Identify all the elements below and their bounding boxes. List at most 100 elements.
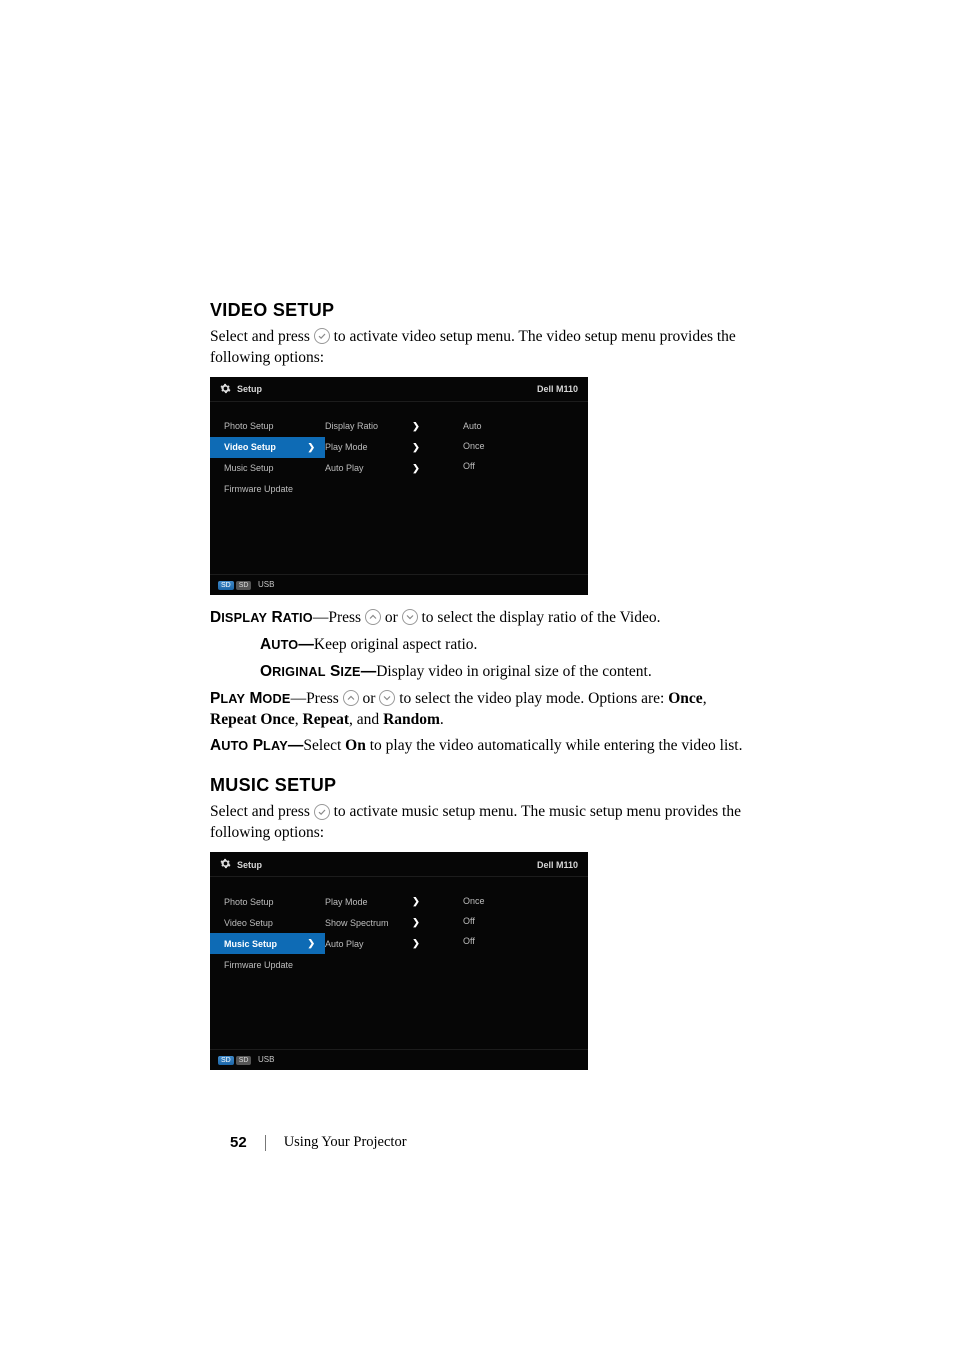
- osd-option-auto-play[interactable]: Auto Play❯: [325, 933, 455, 954]
- text: A: [260, 636, 271, 653]
- osd-sidebar: Photo Setup❯ Video Setup❯ Music Setup ❯ F…: [210, 877, 325, 1049]
- text: O: [260, 663, 272, 680]
- text: ATIO: [283, 610, 313, 625]
- gear-icon: [220, 383, 231, 396]
- label: Video Setup: [224, 918, 273, 928]
- text: Repeat: [303, 711, 350, 728]
- sd-badge-dim: SD: [236, 581, 252, 590]
- chevron-right-icon: ❯: [407, 896, 425, 907]
- text: RIGINAL: [272, 664, 326, 679]
- label: Display Ratio: [325, 421, 407, 431]
- osd-sidebar-item-firmware-update[interactable]: Firmware Update❯: [210, 954, 325, 975]
- text: to select the video play mode. Options a…: [399, 690, 668, 707]
- auto-play-text: AUTO PLAY—Select On to play the video au…: [210, 736, 744, 757]
- text: to select the display ratio of the Video…: [422, 609, 661, 626]
- gear-icon: [220, 858, 231, 871]
- text: LAY: [263, 738, 288, 753]
- up-arrow-icon: [365, 609, 381, 625]
- chevron-right-icon: ❯: [307, 938, 315, 949]
- label: Play Mode: [325, 442, 407, 452]
- osd-sidebar-item-photo-setup[interactable]: Photo Setup❯: [210, 416, 325, 437]
- osd-options: Play Mode❯ Show Spectrum❯ Auto Play❯: [325, 877, 455, 1049]
- osd-header: Setup Dell M110: [210, 852, 588, 877]
- text: On: [345, 737, 366, 754]
- osd-footer: SDSD USB: [210, 1049, 588, 1070]
- osd-value: Off: [455, 911, 588, 931]
- heading-video-setup: VIDEO SETUP: [210, 300, 744, 321]
- value: Once: [455, 441, 499, 451]
- check-icon: [314, 328, 330, 344]
- osd-title: Setup: [237, 384, 262, 394]
- text: ,: [703, 690, 707, 707]
- text: Random: [383, 711, 440, 728]
- text: M: [250, 690, 263, 707]
- value: Off: [455, 916, 499, 926]
- osd-value: Off: [455, 456, 588, 476]
- osd-options: Display Ratio❯ Play Mode❯ Auto Play❯: [325, 402, 455, 574]
- text: or: [363, 690, 380, 707]
- osd-header-left: Setup: [220, 383, 262, 396]
- osd-sidebar-item-firmware-update[interactable]: Firmware Update❯: [210, 479, 325, 500]
- osd-option-play-mode[interactable]: Play Mode❯: [325, 437, 455, 458]
- usb-label: USB: [258, 580, 274, 589]
- text: to play the video automatically while en…: [366, 737, 743, 754]
- text: LAY: [220, 691, 245, 706]
- osd-values: Once Off Off: [455, 877, 588, 1049]
- sd-badge: SD: [218, 581, 234, 590]
- osd-option-display-ratio[interactable]: Display Ratio❯: [325, 416, 455, 437]
- footer-divider: [265, 1135, 266, 1151]
- osd-value: Once: [455, 436, 588, 456]
- osd-value: Once: [455, 891, 588, 911]
- osd-model: Dell M110: [537, 384, 578, 394]
- osd-body: Photo Setup❯ Video Setup❯ Music Setup❯ F…: [210, 402, 588, 574]
- osd-sidebar: Photo Setup❯ Video Setup❯ Music Setup❯ F…: [210, 402, 325, 574]
- label: Show Spectrum: [325, 918, 407, 928]
- value: Off: [455, 461, 499, 471]
- video-intro-text: Select and press to activate video setup…: [210, 327, 744, 369]
- value: Off: [455, 936, 499, 946]
- music-intro-text: Select and press to activate music setup…: [210, 802, 744, 844]
- text: Repeat Once: [210, 711, 295, 728]
- label: Play Mode: [325, 897, 407, 907]
- osd-model: Dell M110: [537, 860, 578, 870]
- osd-sidebar-item-music-setup[interactable]: Music Setup❯: [210, 458, 325, 479]
- osd-values: Auto Once Off: [455, 402, 588, 574]
- text: A: [210, 737, 221, 754]
- text: Display video in original size of the co…: [376, 663, 652, 680]
- usb-label: USB: [258, 1055, 274, 1064]
- label: Auto Play: [325, 939, 407, 949]
- text: or: [385, 609, 402, 626]
- text: —: [288, 737, 304, 754]
- down-arrow-icon: [379, 690, 395, 706]
- osd-sidebar-item-photo-setup[interactable]: Photo Setup❯: [210, 891, 325, 912]
- osd-option-show-spectrum[interactable]: Show Spectrum❯: [325, 912, 455, 933]
- auto-text: AUTO—Keep original aspect ratio.: [260, 635, 744, 656]
- chevron-right-icon: ❯: [407, 917, 425, 928]
- sd-badge: SD: [218, 1056, 234, 1065]
- osd-value: Auto: [455, 416, 588, 436]
- text: P: [210, 690, 220, 707]
- osd-option-auto-play[interactable]: Auto Play❯: [325, 458, 455, 479]
- text: S: [330, 663, 340, 680]
- label: Video Setup: [224, 442, 276, 452]
- text: , and: [349, 711, 383, 728]
- text: Once: [668, 690, 702, 707]
- footer-text: Using Your Projector: [284, 1134, 407, 1151]
- osd-option-play-mode[interactable]: Play Mode❯: [325, 891, 455, 912]
- text: D: [210, 609, 221, 626]
- osd-sidebar-item-video-setup[interactable]: Video Setup❯: [210, 437, 325, 458]
- original-size-text: ORIGINAL SIZE—Display video in original …: [260, 662, 744, 683]
- chevron-right-icon: ❯: [407, 442, 425, 453]
- osd-header-left: Setup: [220, 858, 262, 871]
- osd-music-setup: Setup Dell M110 Photo Setup❯ Video Setup…: [210, 852, 588, 1070]
- osd-sidebar-item-video-setup[interactable]: Video Setup❯: [210, 912, 325, 933]
- text: P: [253, 737, 263, 754]
- up-arrow-icon: [343, 690, 359, 706]
- label: Photo Setup: [224, 421, 274, 431]
- chevron-right-icon: ❯: [407, 463, 425, 474]
- text: UTO: [221, 738, 248, 753]
- osd-sidebar-item-music-setup[interactable]: Music Setup ❯: [210, 933, 325, 954]
- osd-footer: SDSD USB: [210, 574, 588, 595]
- label: Music Setup: [224, 939, 277, 949]
- osd-video-setup: Setup Dell M110 Photo Setup❯ Video Setup…: [210, 377, 588, 595]
